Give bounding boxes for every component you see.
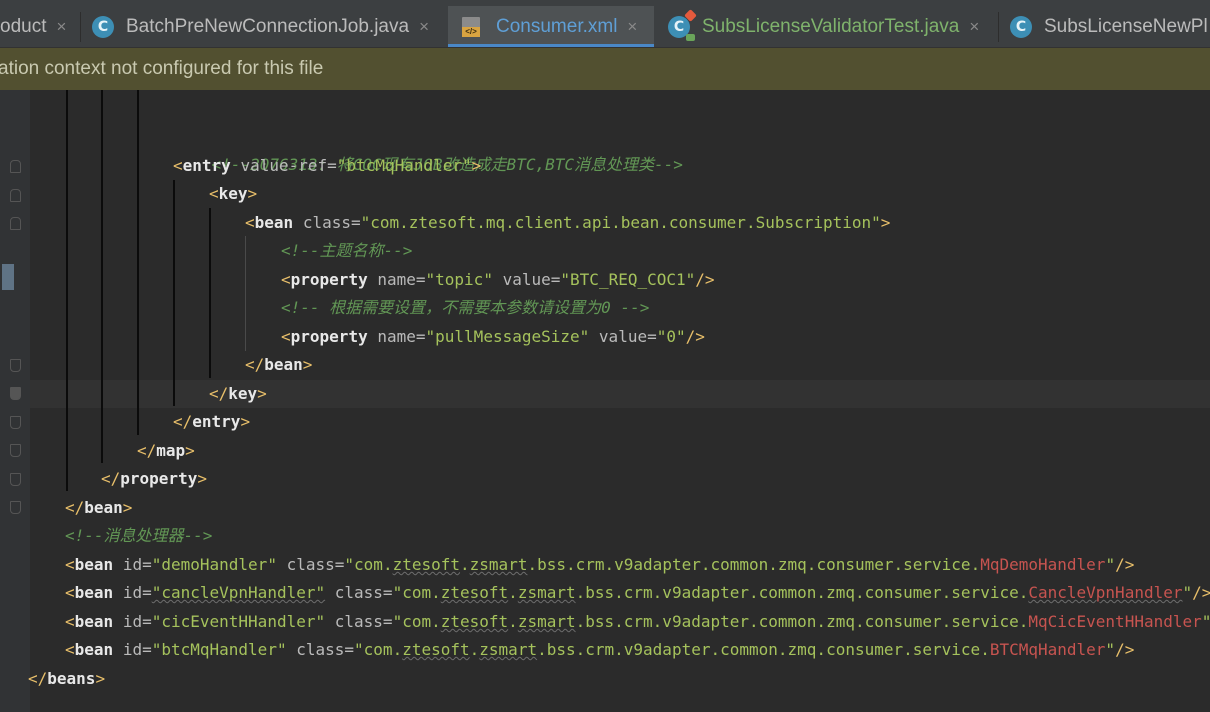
close-icon[interactable]: ×: [627, 17, 637, 37]
tab-label: Consumer.xml: [496, 15, 618, 37]
test-class-icon: C: [668, 8, 697, 41]
active-tab-indicator: [448, 44, 654, 47]
close-icon[interactable]: ×: [969, 17, 979, 37]
code-line: </map>: [137, 441, 195, 460]
fold-icon[interactable]: [10, 217, 21, 230]
close-icon[interactable]: ×: [419, 17, 429, 37]
warning-text: ation context not configured for this fi…: [0, 58, 324, 79]
fold-icon[interactable]: [10, 387, 21, 400]
caret-line-highlight: [30, 380, 1210, 408]
fold-icon[interactable]: [10, 189, 21, 202]
tab-label: oduct: [0, 15, 47, 37]
code-line: </key>: [209, 384, 267, 403]
fold-icon[interactable]: [10, 160, 21, 173]
xml-file-icon: </>: [460, 16, 482, 38]
code-line: <property name="topic" value="BTC_REQ_CO…: [281, 270, 715, 289]
code-line: <!-- 根据需要设置，不需要本参数请设置为0 -->: [281, 298, 650, 317]
code-line: </bean>: [65, 498, 133, 517]
fold-icon[interactable]: [10, 444, 21, 457]
code-line: <entry value-ref="btcMqHandler">: [173, 156, 482, 175]
fold-icon[interactable]: [10, 359, 21, 372]
code-line: <bean class="com.ztesoft.mq.client.api.b…: [245, 213, 891, 232]
tab-label: SubsLicenseValidatorTest.java: [702, 15, 960, 37]
code-editor[interactable]: <!--2076313: 将COC现有JOB改造成走BTC,BTC消息处理类--…: [0, 90, 1210, 712]
indent-guide: [137, 90, 139, 435]
code-line: <property name="pullMessageSize" value="…: [281, 327, 705, 346]
fold-icon[interactable]: [10, 416, 21, 429]
code-line: </property>: [101, 469, 207, 488]
indent-guide: [101, 90, 103, 463]
editor-gutter: [0, 90, 30, 712]
indent-guide: [245, 236, 246, 351]
class-icon: C: [1010, 15, 1032, 38]
tab-consumer-xml[interactable]: </> Consumer.xml ×: [448, 6, 654, 47]
fold-icon[interactable]: [10, 473, 21, 486]
code-line: <!--主题名称-->: [281, 241, 413, 260]
editor-tab-bar: oduct × C BatchPreNewConnectionJob.java …: [0, 6, 1210, 48]
tab-subs-license-new[interactable]: C SubsLicenseNewPl: [1010, 6, 1210, 47]
tab-subs-license-validator-test[interactable]: C SubsLicenseValidatorTest.java ×: [668, 6, 998, 47]
code-line: <bean id="demoHandler" class="com.ztesof…: [65, 555, 1135, 574]
code-line: <key>: [209, 184, 258, 203]
code-line: <bean id="cancleVpnHandler" class="com.z…: [65, 583, 1210, 602]
code-line: <bean id="btcMqHandler" class="com.zteso…: [65, 640, 1135, 659]
code-line: </beans>: [28, 669, 106, 688]
code-line: <bean id="cicEventHHandler" class="com.z…: [65, 612, 1210, 631]
context-warning-banner: ation context not configured for this fi…: [0, 48, 1210, 90]
change-marker: [2, 264, 14, 290]
class-icon: C: [92, 15, 114, 38]
close-icon[interactable]: ×: [56, 17, 66, 37]
indent-guide: [173, 180, 175, 406]
code-line: </entry>: [173, 412, 251, 431]
code-line: <!--消息处理器-->: [65, 526, 213, 545]
fold-icon[interactable]: [10, 501, 21, 514]
tab-product[interactable]: oduct ×: [0, 6, 80, 47]
indent-guide: [66, 90, 68, 491]
tab-batch-pre-new-connection-job[interactable]: C BatchPreNewConnectionJob.java ×: [92, 6, 442, 47]
code-line: </bean>: [245, 355, 313, 374]
tab-label: SubsLicenseNewPl: [1044, 15, 1208, 37]
code-line: <!--2076313: 将COC现有JOB改造成走BTC,BTC消息处理类--…: [211, 155, 683, 174]
tab-label: BatchPreNewConnectionJob.java: [126, 15, 410, 37]
indent-guide: [209, 208, 211, 378]
